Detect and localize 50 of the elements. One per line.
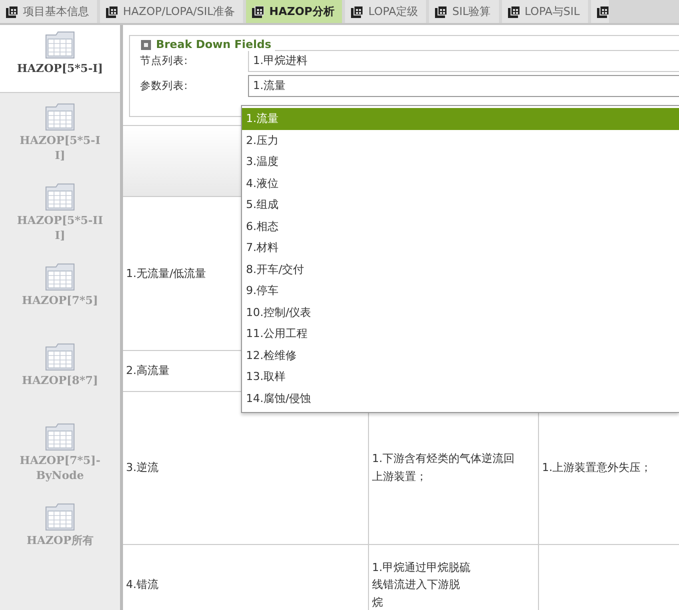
dropdown-option[interactable]: 11.公用工程 <box>242 323 679 344</box>
table-cell-text: 2.高流量 <box>126 363 170 380</box>
dropdown-option[interactable]: 3.温度 <box>242 151 679 172</box>
table-icon <box>45 423 75 451</box>
tab[interactable]: HAZOP/LOPA/SIL准备 <box>100 0 244 23</box>
dropdown-option[interactable]: 6.相态 <box>242 216 679 237</box>
tab[interactable]: HAZOP分析 <box>246 0 342 23</box>
table-icon <box>45 103 75 131</box>
dropdown-option[interactable]: 4.液位 <box>242 172 679 194</box>
select-field[interactable]: 1.流量 <box>248 74 679 96</box>
tab[interactable]: LOPA定级 <box>345 0 426 23</box>
dropdown-option[interactable]: 9.停车 <box>242 280 679 302</box>
dropdown-option[interactable]: 8.开车/交付 <box>242 258 679 280</box>
dropdown-option[interactable]: 14.腐蚀/侵蚀 <box>242 388 679 409</box>
select-field[interactable]: 1.甲烷进料 <box>248 50 679 72</box>
field-label: 参数列表: <box>140 78 189 92</box>
dropdown-option[interactable]: 12.检维修 <box>242 344 679 366</box>
table-cell-text: 3.逆流 <box>126 460 158 476</box>
sidebar-item[interactable]: HAZOP[5*5-I] <box>0 25 120 93</box>
tab[interactable] <box>590 0 609 23</box>
dropdown-option[interactable]: 2.压力 <box>242 130 679 151</box>
table-cell-text: 4.错流 <box>126 577 158 594</box>
dropdown-option[interactable]: 5.组成 <box>242 194 679 216</box>
window-icon <box>508 6 520 18</box>
tab[interactable]: SIL验算 <box>429 0 499 23</box>
window-icon <box>252 6 264 18</box>
table-cell-text: 线错流进入下游脱 <box>372 577 460 594</box>
window-icon <box>106 6 118 18</box>
window-icon <box>6 6 18 18</box>
table-cell-text: 1.上游装置意外失压； <box>542 460 652 476</box>
tab[interactable]: 项目基本信息 <box>0 0 97 23</box>
field-label: 节点列表: <box>140 54 189 68</box>
section-title: Break Down Fields <box>156 38 272 51</box>
table-icon <box>45 503 75 531</box>
dropdown-option[interactable]: 7.材料 <box>242 237 679 258</box>
tab[interactable]: LOPA与SIL <box>502 0 588 23</box>
dropdown-option[interactable]: 10.控制/仪表 <box>242 302 679 323</box>
dropdown-option[interactable]: 13.取样 <box>242 366 679 388</box>
table-cell-text: 1.无流量/低流量 <box>126 266 206 282</box>
collapse-icon[interactable] <box>141 40 151 50</box>
table-cell-text: 烷 <box>372 594 383 610</box>
table-icon <box>45 183 75 211</box>
window-icon <box>596 6 609 18</box>
table-icon <box>45 263 75 291</box>
window-icon <box>435 6 448 18</box>
table-cell-text: 1.下游含有烃类的气体逆流回上游装置； <box>372 451 516 485</box>
table-icon <box>45 343 75 371</box>
table-icon <box>45 31 75 59</box>
table-cell-text: 1.甲烷通过甲烷脱硫 <box>372 560 470 576</box>
window-icon <box>351 6 364 18</box>
